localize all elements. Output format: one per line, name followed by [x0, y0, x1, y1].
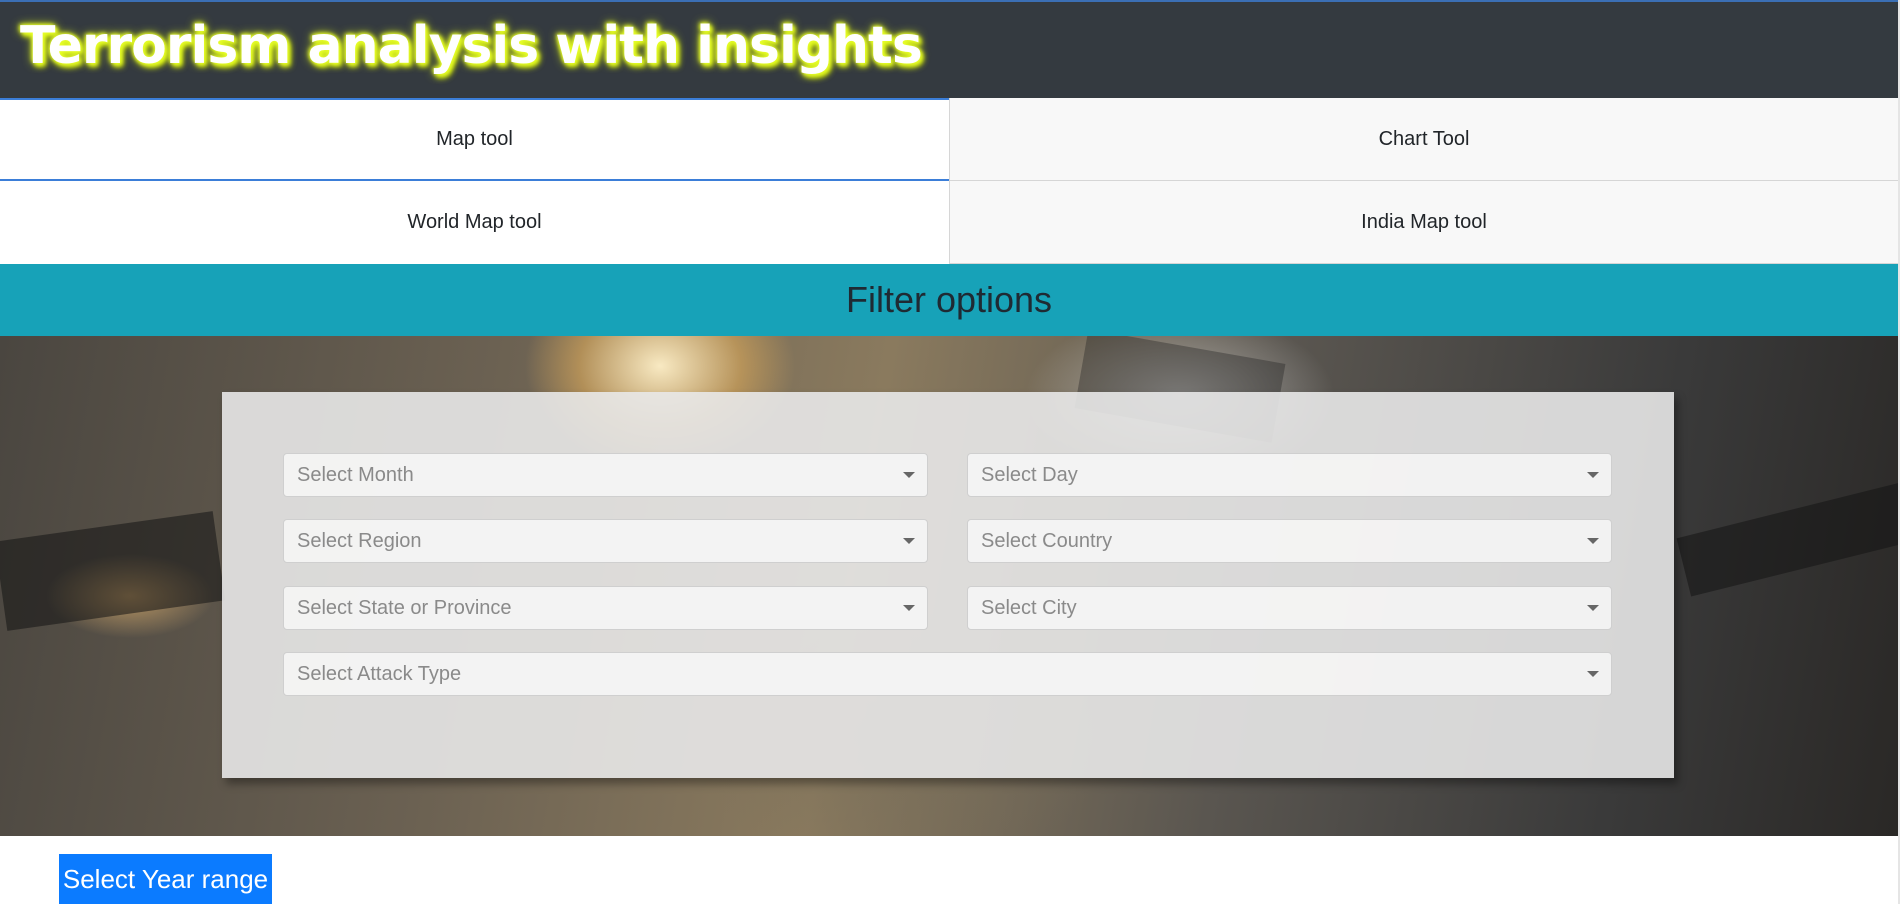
app-header: Terrorism analysis with insights [0, 0, 1898, 98]
rifle-silhouette-left [0, 511, 226, 631]
chevron-down-icon [1587, 605, 1599, 611]
rifle-silhouette-right [1676, 475, 1898, 597]
select-attack-type-dropdown[interactable]: Select Attack Type [283, 652, 1612, 696]
tab-india-map-tool[interactable]: India Map tool [949, 181, 1898, 264]
select-day-dropdown[interactable]: Select Day [967, 453, 1612, 497]
select-month-dropdown[interactable]: Select Month [283, 453, 928, 497]
select-country-placeholder: Select Country [981, 529, 1113, 552]
select-city-dropdown[interactable]: Select City [967, 586, 1612, 630]
tab-chart-tool[interactable]: Chart Tool [949, 98, 1898, 181]
tab-map-tool[interactable]: Map tool [0, 98, 949, 181]
chevron-down-icon [1587, 472, 1599, 478]
chevron-down-icon [903, 538, 915, 544]
chevron-down-icon [903, 472, 915, 478]
filter-options-title: Filter options [845, 279, 1053, 320]
select-year-range-button[interactable]: Select Year range [59, 854, 272, 904]
select-city-placeholder: Select City [981, 596, 1077, 619]
select-region-placeholder: Select Region [297, 529, 422, 552]
chevron-down-icon [1587, 671, 1599, 677]
select-day-placeholder: Select Day [981, 463, 1078, 486]
select-month-placeholder: Select Month [297, 463, 414, 486]
chevron-down-icon [1587, 538, 1599, 544]
tab-world-map-tool[interactable]: World Map tool [0, 181, 949, 264]
page-title: Terrorism analysis with insights [20, 16, 923, 76]
select-region-dropdown[interactable]: Select Region [283, 519, 928, 563]
select-state-placeholder: Select State or Province [297, 596, 512, 619]
select-country-dropdown[interactable]: Select Country [967, 519, 1612, 563]
filter-options-bar: Filter options [0, 264, 1898, 336]
select-state-dropdown[interactable]: Select State or Province [283, 586, 928, 630]
select-attack-type-placeholder: Select Attack Type [297, 662, 462, 685]
filter-panel: Select Month Select Day Select Region Se… [222, 392, 1674, 778]
chevron-down-icon [903, 605, 915, 611]
